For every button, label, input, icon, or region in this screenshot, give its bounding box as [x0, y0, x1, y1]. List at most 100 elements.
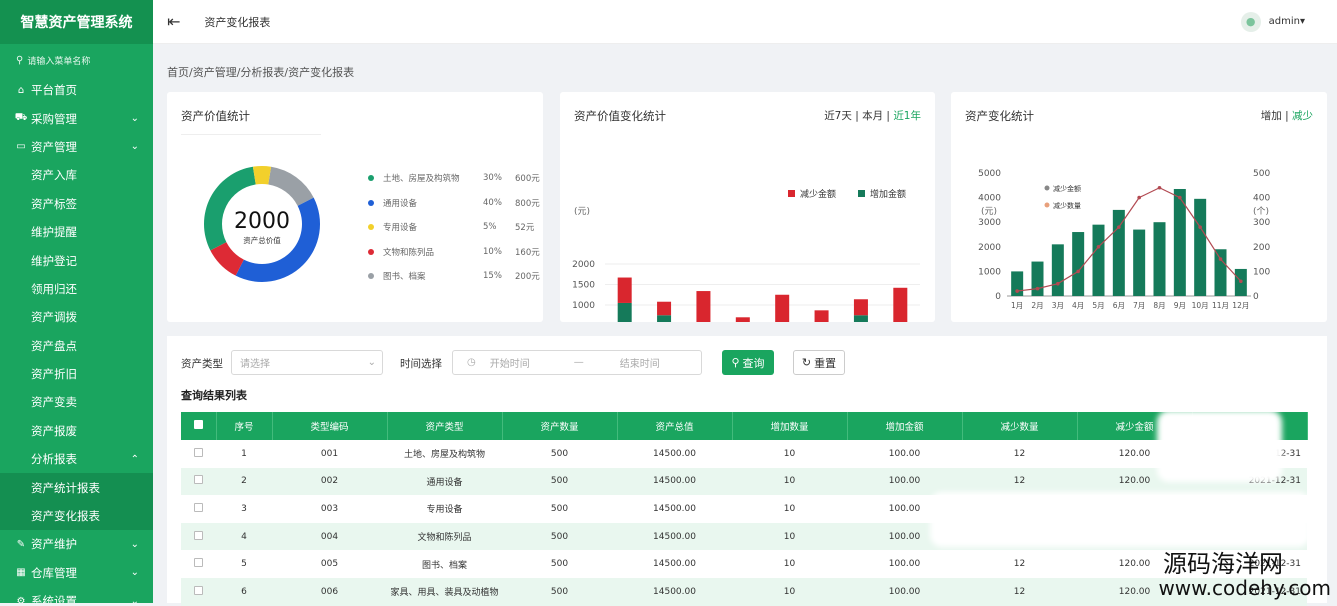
row-checkbox[interactable] [194, 503, 203, 512]
search-icon: ⚲ [16, 55, 23, 66]
sidebar-item[interactable]: 资产盘点 [0, 332, 153, 360]
legend-value: 200元 [515, 270, 540, 282]
link-7days[interactable]: 近7天 [824, 110, 852, 122]
column-header[interactable]: 资产类型 [387, 412, 502, 440]
y-unit-left: (元) [981, 207, 997, 217]
column-header[interactable]: 减少数量 [962, 412, 1077, 440]
select-all-checkbox[interactable] [181, 412, 216, 440]
column-header[interactable]: 资产数量 [502, 412, 617, 440]
bar-decrease [775, 295, 789, 322]
y-tick-label: 3000 [978, 218, 1001, 228]
checkbox-cell[interactable] [181, 523, 216, 551]
column-header[interactable]: 增加数量 [732, 412, 847, 440]
row-checkbox[interactable] [194, 586, 203, 595]
sidebar-item[interactable]: 资产入库 [0, 161, 153, 189]
sidebar-item[interactable]: 资产标签 [0, 190, 153, 218]
sidebar-item-label: 资产变卖 [31, 394, 77, 410]
sidebar-item-label: 资产标签 [31, 196, 77, 212]
bar-amount [1113, 210, 1125, 296]
bar-decrease [657, 302, 671, 316]
sidebar-item[interactable]: ⛟采购管理⌄ [0, 104, 153, 132]
sidebar-item[interactable]: 资产报废 [0, 417, 153, 445]
user-menu[interactable]: ● admin▾ [1241, 12, 1305, 32]
sidebar-item[interactable]: 资产变卖 [0, 388, 153, 416]
sidebar-item[interactable]: ⌂平台首页 [0, 76, 153, 104]
checkbox-cell[interactable] [181, 495, 216, 523]
checkbox-cell[interactable] [181, 440, 216, 468]
legend-dot [368, 175, 374, 181]
sidebar-item-label: 资产调拨 [31, 309, 77, 325]
date-range-picker[interactable]: ◷ 开始时间 — 结束时间 [452, 350, 702, 375]
sidebar-item[interactable]: ▦仓库管理⌄ [0, 559, 153, 587]
table-row[interactable]: 5005图书、档案50014500.0010100.0012120.002021… [181, 550, 1307, 578]
table-cell: 家具、用具、装具及动植物 [387, 578, 502, 606]
y-tick-label: 1500 [572, 281, 595, 291]
wrench-icon: ✎ [14, 539, 28, 550]
sidebar-item[interactable]: ✎资产维护⌄ [0, 530, 153, 558]
end-date-input[interactable]: 结束时间 [620, 355, 660, 370]
sidebar-item[interactable]: 分析报表⌃ [0, 445, 153, 473]
column-header[interactable]: 资产总值 [617, 412, 732, 440]
legend-value: 800元 [515, 197, 540, 209]
sidebar-item[interactable]: 维护提醒 [0, 218, 153, 246]
period-links: 近7天 | 本月 | 近1年 [824, 108, 921, 123]
row-checkbox[interactable] [194, 558, 203, 567]
menu-search[interactable]: ⚲ 请输入菜单名称 [0, 44, 153, 76]
y-tick-label: 1000 [978, 267, 1001, 277]
bar-amount [1032, 262, 1044, 296]
row-checkbox[interactable] [194, 531, 203, 540]
column-header[interactable]: 增加金额 [847, 412, 962, 440]
reset-button[interactable]: ↻重置 [793, 350, 845, 375]
sidebar-item[interactable]: 维护登记 [0, 246, 153, 274]
legend-dot [368, 200, 374, 206]
sidebar-item[interactable]: 资产变化报表 [0, 502, 153, 530]
menu-search-input[interactable]: 请输入菜单名称 [27, 54, 90, 67]
sidebar-item[interactable]: ⚙系统设置⌄ [0, 587, 153, 603]
column-header[interactable]: 序号 [216, 412, 272, 440]
chevron-up-icon: ⌃ [131, 454, 139, 465]
sidebar-item[interactable]: 资产折旧 [0, 360, 153, 388]
start-date-input[interactable]: 开始时间 [490, 355, 574, 370]
column-header[interactable]: 类型编码 [272, 412, 387, 440]
sidebar-item[interactable]: 资产调拨 [0, 303, 153, 331]
table-row[interactable]: 1001土地、房屋及构筑物50014500.0010100.0012120.00… [181, 440, 1307, 468]
tab-current-page[interactable]: 资产变化报表 [204, 14, 270, 30]
link-decrease[interactable]: 减少 [1292, 110, 1313, 122]
menu-toggle-icon[interactable]: ⇤ [167, 12, 180, 31]
link-increase[interactable]: 增加 [1261, 110, 1282, 122]
legend-item: 文物和陈列品10%160元 [368, 246, 540, 258]
checkbox-cell[interactable] [181, 550, 216, 578]
legend-pct: 10% [483, 247, 515, 257]
sidebar-item[interactable]: ▭资产管理⌄ [0, 133, 153, 161]
type-label: 资产类型 [181, 356, 223, 371]
sidebar-item-label: 资产变化报表 [31, 508, 100, 524]
link-year[interactable]: 近1年 [893, 110, 921, 122]
bar-amount [1093, 225, 1105, 296]
row-checkbox[interactable] [194, 475, 203, 484]
line-point [1219, 257, 1223, 261]
line-point [1137, 196, 1141, 200]
donut-slice [268, 167, 313, 206]
legend-name: 通用设备 [383, 197, 483, 209]
legend-value: 160元 [515, 246, 540, 258]
table-cell: 500 [502, 523, 617, 551]
table-cell: 12 [962, 440, 1077, 468]
card-title: 资产价值变化统计 [574, 108, 666, 124]
checkbox-cell[interactable] [181, 578, 216, 606]
link-month[interactable]: 本月 [862, 110, 883, 122]
table-cell: 003 [272, 495, 387, 523]
bar-increase [854, 315, 868, 322]
y-tick-label: 0 [995, 292, 1001, 302]
y-tick-label: 1000 [572, 301, 595, 311]
row-checkbox[interactable] [194, 448, 203, 457]
sidebar-item[interactable]: 资产统计报表 [0, 473, 153, 501]
bar-decrease [696, 291, 710, 322]
sidebar-item[interactable]: 领用归还 [0, 275, 153, 303]
table-row[interactable]: 6006家具、用具、装具及动植物50014500.0010100.0012120… [181, 578, 1307, 606]
watermark-line2: www.codehy.com [1158, 577, 1331, 599]
legend-name: 文物和陈列品 [383, 246, 483, 258]
checkbox-cell[interactable] [181, 468, 216, 496]
avatar: ● [1241, 12, 1261, 32]
query-button[interactable]: ⚲查询 [722, 350, 774, 375]
type-select[interactable]: 请选择⌄ [231, 350, 383, 375]
